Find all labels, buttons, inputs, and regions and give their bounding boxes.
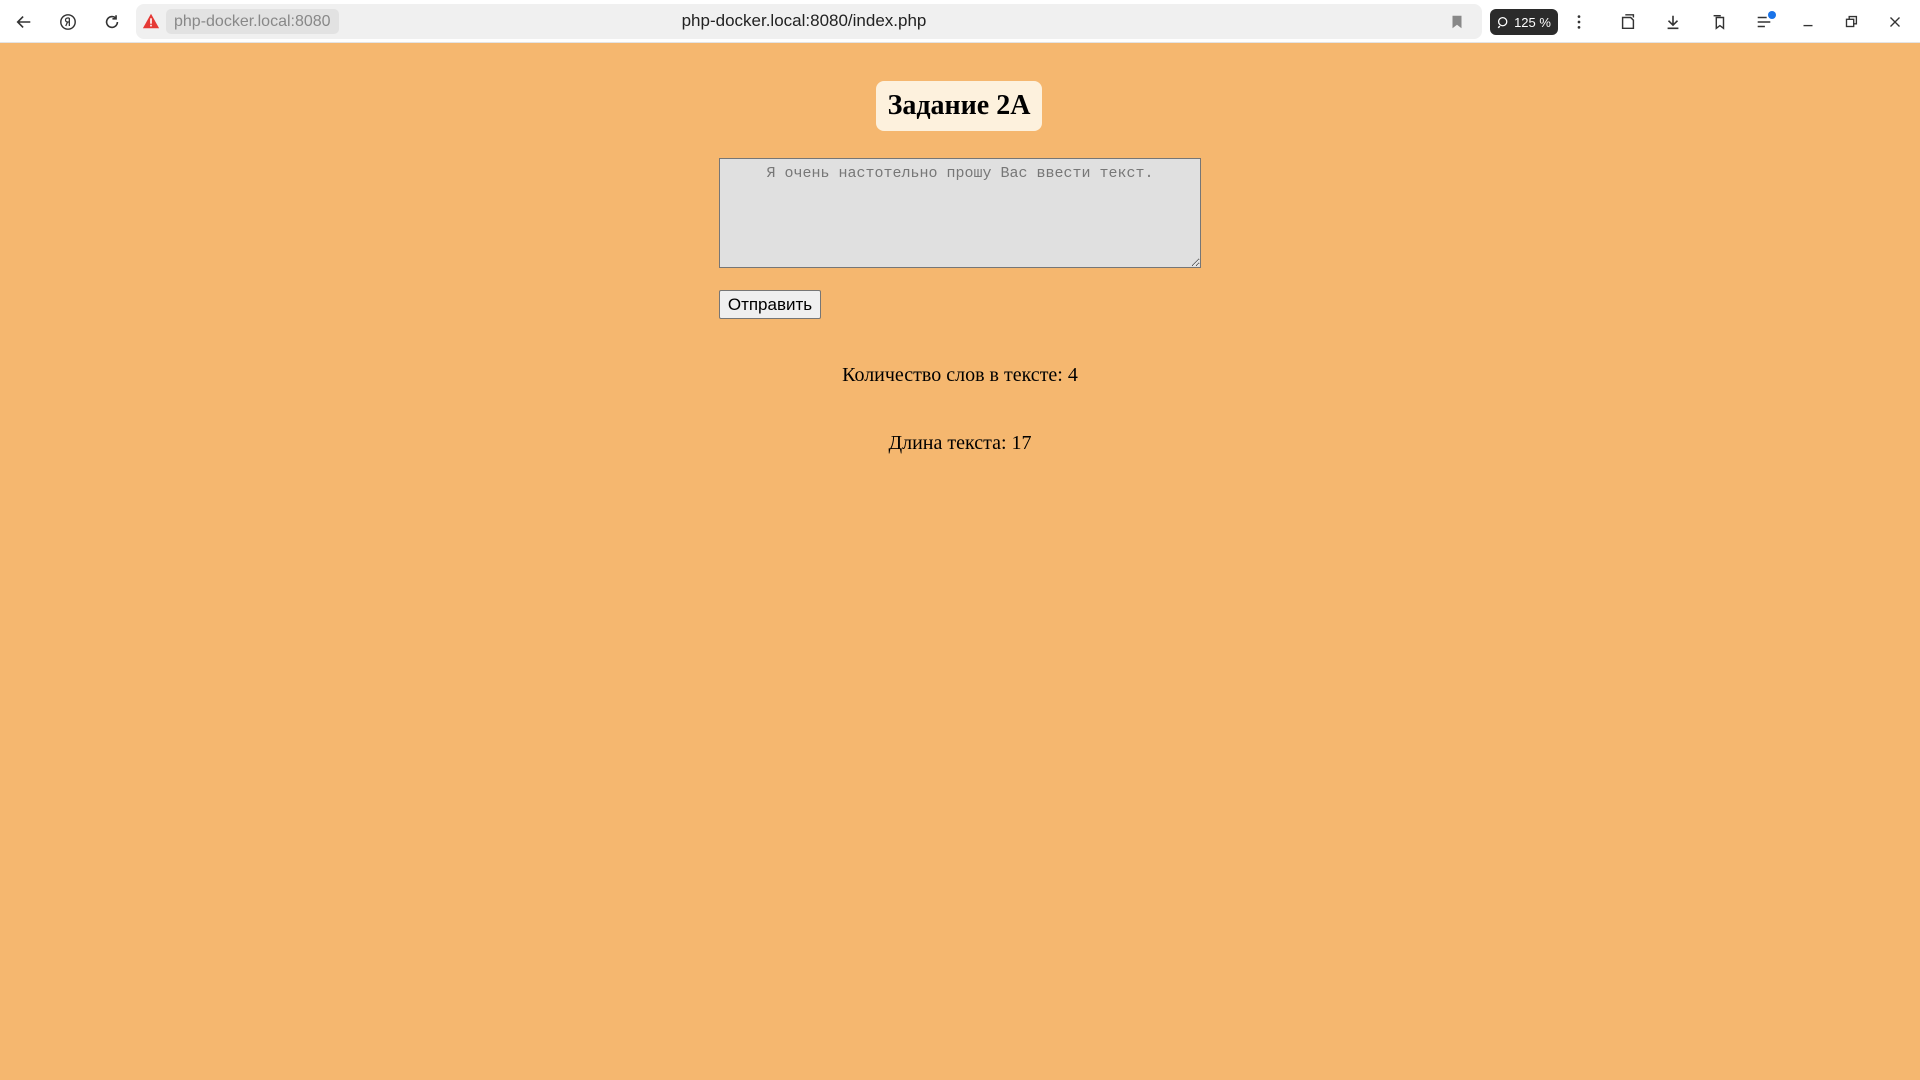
security-warning-icon[interactable] bbox=[142, 12, 160, 30]
download-icon bbox=[1667, 15, 1679, 30]
yandex-button[interactable] bbox=[52, 6, 84, 38]
sidebar-menu-button[interactable] bbox=[1748, 6, 1780, 38]
restore-button[interactable] bbox=[1835, 6, 1867, 38]
minimize-icon bbox=[1803, 24, 1813, 27]
submit-button[interactable]: Отправить bbox=[719, 290, 821, 319]
more-vertical-icon bbox=[1577, 15, 1581, 29]
minimize-button[interactable] bbox=[1792, 6, 1824, 38]
notification-dot bbox=[1768, 11, 1776, 19]
bookmark-button[interactable] bbox=[1441, 6, 1473, 38]
word-count-value: 4 bbox=[1067, 364, 1078, 386]
word-count-label: Количество слов в тексте: bbox=[842, 364, 1063, 386]
collections-icon bbox=[1713, 14, 1725, 30]
downloads-button[interactable] bbox=[1657, 6, 1689, 38]
zoom-icon bbox=[1497, 16, 1508, 28]
back-button[interactable] bbox=[8, 6, 40, 38]
bookmark-icon bbox=[1452, 15, 1462, 29]
text-length-result: Длина текста: 17 bbox=[0, 432, 1920, 455]
browser-toolbar: php-docker.local:8080 php-docker.local:8… bbox=[0, 0, 1920, 43]
yandex-logo-icon bbox=[60, 14, 76, 30]
tabs-icon bbox=[1621, 14, 1635, 30]
tabs-button[interactable] bbox=[1612, 6, 1644, 38]
page-title: Задание 2А bbox=[876, 81, 1042, 131]
text-length-value: 17 bbox=[1011, 432, 1032, 454]
text-input[interactable] bbox=[719, 158, 1201, 268]
zoom-level: 125 % bbox=[1514, 14, 1551, 30]
restore-icon bbox=[1845, 15, 1858, 28]
more-menu-button[interactable] bbox=[1563, 6, 1595, 38]
reload-icon bbox=[105, 15, 119, 29]
reload-button[interactable] bbox=[96, 6, 128, 38]
text-length-label: Длина текста: bbox=[888, 432, 1007, 454]
close-icon bbox=[1890, 17, 1900, 27]
zoom-indicator[interactable]: 125 % bbox=[1490, 9, 1558, 35]
collections-button[interactable] bbox=[1703, 6, 1735, 38]
word-count-result: Количество слов в тексте: 4 bbox=[0, 364, 1920, 387]
arrow-left-icon bbox=[16, 16, 31, 28]
close-window-button[interactable] bbox=[1879, 6, 1911, 38]
address-domain-chip[interactable]: php-docker.local:8080 bbox=[166, 9, 339, 34]
